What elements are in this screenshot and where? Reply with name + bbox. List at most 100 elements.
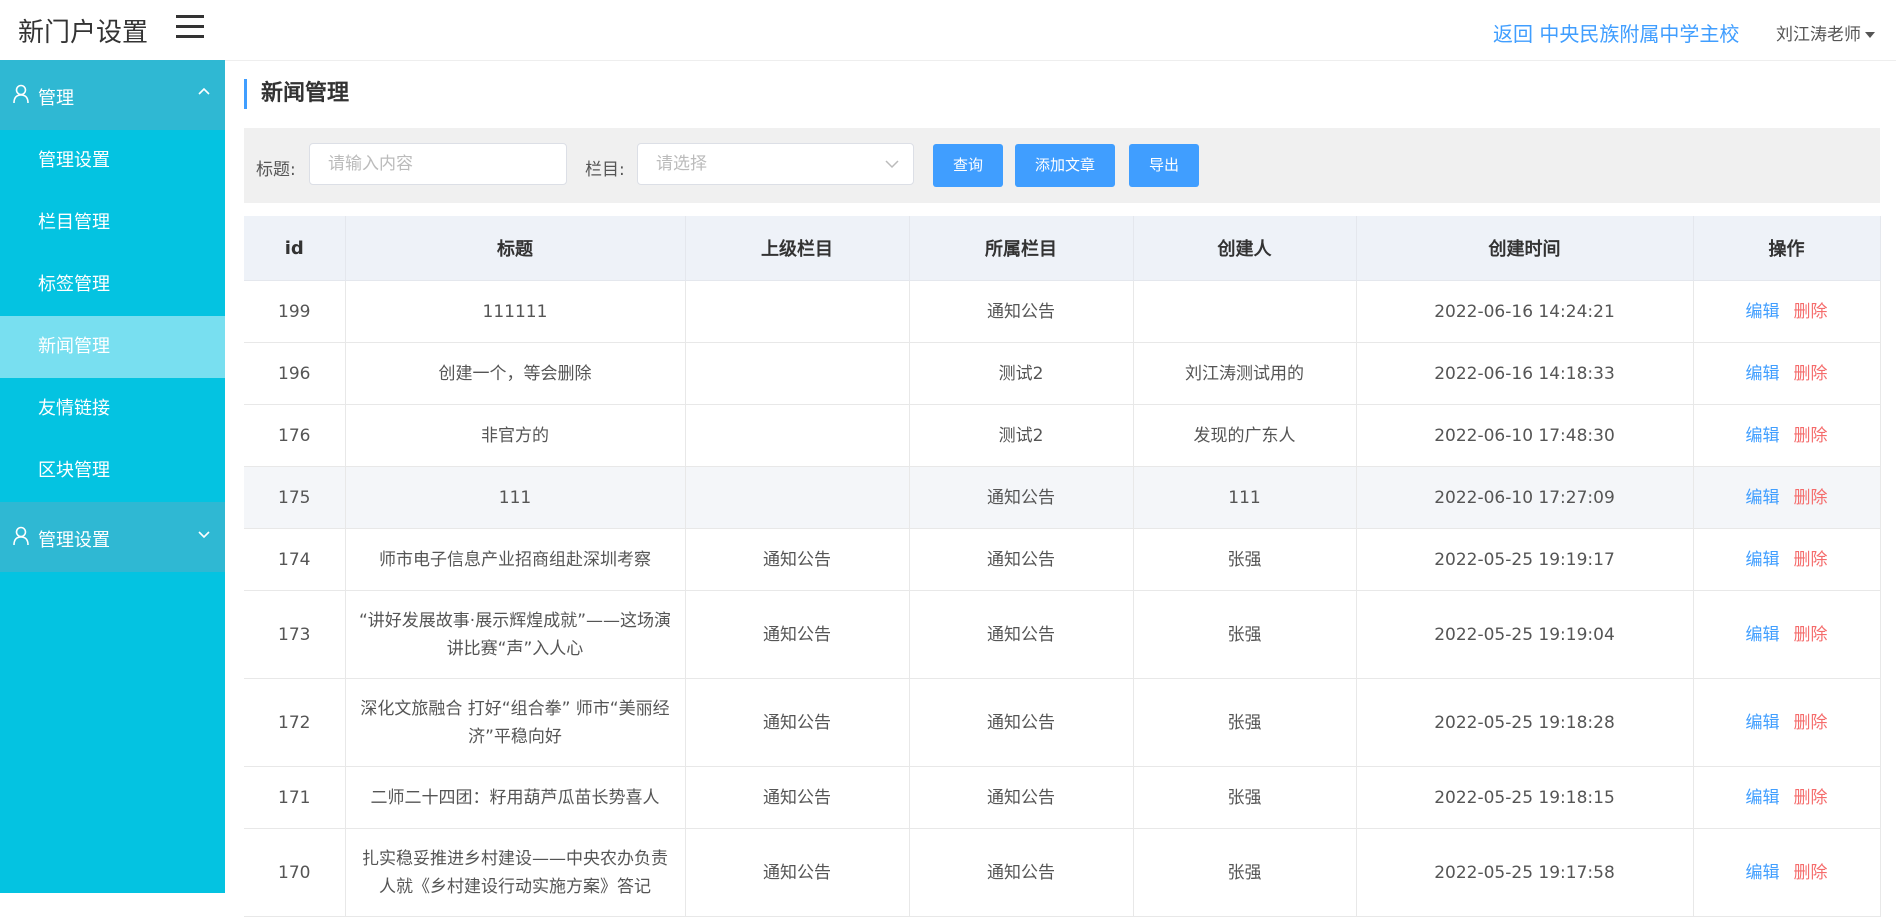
- edit-link[interactable]: 编辑: [1746, 302, 1780, 322]
- cell-column: 通知公告: [909, 528, 1134, 591]
- sidebar-group-label: 管理: [38, 88, 74, 109]
- cell-id: 175: [244, 466, 346, 529]
- column-header: 操作: [1693, 216, 1881, 281]
- cell-column: 通知公告: [909, 678, 1134, 767]
- chevron-down-icon: [885, 160, 899, 169]
- edit-link[interactable]: 编辑: [1746, 550, 1780, 570]
- cell-title: 深化文旅融合 打好“组合拳” 师市“美丽经济”平稳向好: [345, 678, 686, 767]
- user-icon: [13, 84, 29, 104]
- cell-actions: 编辑 删除: [1693, 528, 1881, 591]
- table-row[interactable]: 175 111 通知公告 111 2022-06-10 17:27:09 编辑删…: [244, 466, 1881, 529]
- sidebar-item-manage-settings[interactable]: 管理设置: [0, 130, 225, 192]
- cell-actions: 编辑 删除: [1693, 590, 1881, 679]
- table-header-row: id 标题 上级栏目 所属栏目 创建人 创建时间 操作: [244, 216, 1881, 281]
- cell-id: 172: [244, 678, 346, 767]
- cell-actions: 编辑 删除: [1693, 766, 1881, 829]
- table-row[interactable]: 196 创建一个，等会删除 测试2 刘江涛测试用的 2022-06-16 14:…: [244, 342, 1881, 405]
- back-to-school-link[interactable]: 返回 中央民族附属中学主校: [1493, 18, 1739, 47]
- cell-creator: 张强: [1133, 766, 1357, 829]
- cell-id: 196: [244, 342, 346, 405]
- table-row[interactable]: 174 师市电子信息产业招商组赴深圳考察 通知公告 通知公告 张强 2022-0…: [244, 528, 1881, 591]
- cell-column: 测试2: [909, 342, 1134, 405]
- table-row[interactable]: 176 非官方的 测试2 发现的广东人 2022-06-10 17:48:30 …: [244, 404, 1881, 467]
- cell-creator: 张强: [1133, 528, 1357, 591]
- cell-id: 176: [244, 404, 346, 467]
- cell-column: 通知公告: [909, 828, 1134, 917]
- cell-creator: 发现的广东人: [1133, 404, 1357, 467]
- cell-parent: 通知公告: [685, 528, 910, 591]
- delete-link[interactable]: 删除: [1794, 788, 1828, 808]
- cell-time: 2022-05-25 19:17:58: [1356, 828, 1694, 917]
- delete-link[interactable]: 删除: [1794, 364, 1828, 384]
- table-row[interactable]: 173 “讲好发展故事·展示辉煌成就”——这场演讲比赛“声”入人心 通知公告 通…: [244, 590, 1881, 679]
- column-select[interactable]: 请选择: [637, 143, 914, 185]
- cell-creator: 刘江涛测试用的: [1133, 342, 1357, 405]
- chevron-down-icon: [198, 531, 210, 539]
- app-title: 新门户设置: [18, 18, 149, 48]
- cell-title: 师市电子信息产业招商组赴深圳考察: [345, 528, 686, 591]
- sidebar-item-links[interactable]: 友情链接: [0, 378, 225, 440]
- cell-id: 173: [244, 590, 346, 679]
- table-row[interactable]: 171 二师二十四团：籽用葫芦瓜苗长势喜人 通知公告 通知公告 张强 2022-…: [244, 766, 1881, 829]
- top-bar: 新门户设置 返回 中央民族附属中学主校 刘江涛老师: [0, 0, 1896, 61]
- cell-title: 非官方的: [345, 404, 686, 467]
- delete-link[interactable]: 删除: [1794, 426, 1828, 446]
- sidebar-item-columns[interactable]: 栏目管理: [0, 192, 225, 254]
- cell-title: 二师二十四团：籽用葫芦瓜苗长势喜人: [345, 766, 686, 829]
- filter-bar: 标题: 请输入内容 栏目: 请选择 查询 添加文章 导出: [244, 128, 1880, 203]
- cell-parent: 通知公告: [685, 590, 910, 679]
- column-select-placeholder: 请选择: [656, 154, 707, 174]
- cell-creator: 张强: [1133, 590, 1357, 679]
- cell-actions: 编辑 删除: [1693, 342, 1881, 405]
- table-row[interactable]: 199 111111 通知公告 2022-06-16 14:24:21 编辑 删除: [244, 280, 1881, 343]
- edit-link[interactable]: 编辑: [1746, 713, 1780, 733]
- cell-id: 170: [244, 828, 346, 917]
- table-row[interactable]: 170 扎实稳妥推进乡村建设——中央农办负责人就《乡村建设行动实施方案》答记 通…: [244, 828, 1881, 917]
- cell-time: 2022-05-25 19:18:28: [1356, 678, 1694, 767]
- sidebar-item-blocks[interactable]: 区块管理: [0, 440, 225, 502]
- menu-toggle-icon[interactable]: [176, 15, 204, 39]
- cell-column: 测试2: [909, 404, 1134, 467]
- delete-link[interactable]: 删除: [1794, 713, 1828, 733]
- cell-time: 2022-05-25 19:19:04: [1356, 590, 1694, 679]
- cell-column: 通知公告: [909, 466, 1134, 529]
- edit-link[interactable]: 编辑: [1746, 625, 1780, 645]
- column-header: 上级栏目: [685, 216, 910, 281]
- cell-time: 2022-06-16 14:24:21: [1356, 280, 1694, 343]
- cell-parent: [685, 342, 910, 405]
- export-button[interactable]: 导出: [1129, 144, 1199, 187]
- cell-id: 199: [244, 280, 346, 343]
- title-search-input[interactable]: 请输入内容: [309, 143, 567, 185]
- add-article-button[interactable]: 添加文章: [1015, 144, 1115, 187]
- cell-actions: 编辑 删除: [1693, 404, 1881, 467]
- sidebar-item-news[interactable]: 新闻管理: [0, 316, 225, 378]
- sidebar-item-tags[interactable]: 标签管理: [0, 254, 225, 316]
- delete-link[interactable]: 删除: [1794, 488, 1828, 508]
- page-title: 新闻管理: [244, 79, 349, 109]
- user-menu[interactable]: 刘江涛老师: [1776, 20, 1875, 45]
- delete-link[interactable]: 删除: [1794, 625, 1828, 645]
- cell-time: 2022-06-10 17:27:09: [1356, 466, 1694, 529]
- table-row[interactable]: 172 深化文旅融合 打好“组合拳” 师市“美丽经济”平稳向好 通知公告 通知公…: [244, 678, 1881, 767]
- sidebar-group-settings[interactable]: 管理设置: [0, 502, 225, 572]
- cell-parent: 通知公告: [685, 678, 910, 767]
- cell-time: 2022-06-16 14:18:33: [1356, 342, 1694, 405]
- edit-link[interactable]: 编辑: [1746, 788, 1780, 808]
- edit-link[interactable]: 编辑: [1746, 364, 1780, 384]
- cell-actions: 编辑 删除: [1693, 280, 1881, 343]
- edit-link[interactable]: 编辑: [1746, 863, 1780, 883]
- cell-creator: 张强: [1133, 828, 1357, 917]
- cell-title: “讲好发展故事·展示辉煌成就”——这场演讲比赛“声”入人心: [345, 590, 686, 679]
- delete-link[interactable]: 删除: [1794, 863, 1828, 883]
- cell-parent: [685, 404, 910, 467]
- query-button[interactable]: 查询: [933, 144, 1003, 187]
- cell-actions: 编辑 删除: [1693, 828, 1881, 917]
- edit-link[interactable]: 编辑: [1746, 488, 1780, 508]
- cell-creator: 111: [1133, 466, 1357, 529]
- user-icon: [13, 526, 29, 546]
- delete-link[interactable]: 删除: [1794, 550, 1828, 570]
- title-filter-label: 标题:: [256, 160, 296, 180]
- sidebar-group-manage[interactable]: 管理: [0, 60, 225, 130]
- delete-link[interactable]: 删除: [1794, 302, 1828, 322]
- edit-link[interactable]: 编辑: [1746, 426, 1780, 446]
